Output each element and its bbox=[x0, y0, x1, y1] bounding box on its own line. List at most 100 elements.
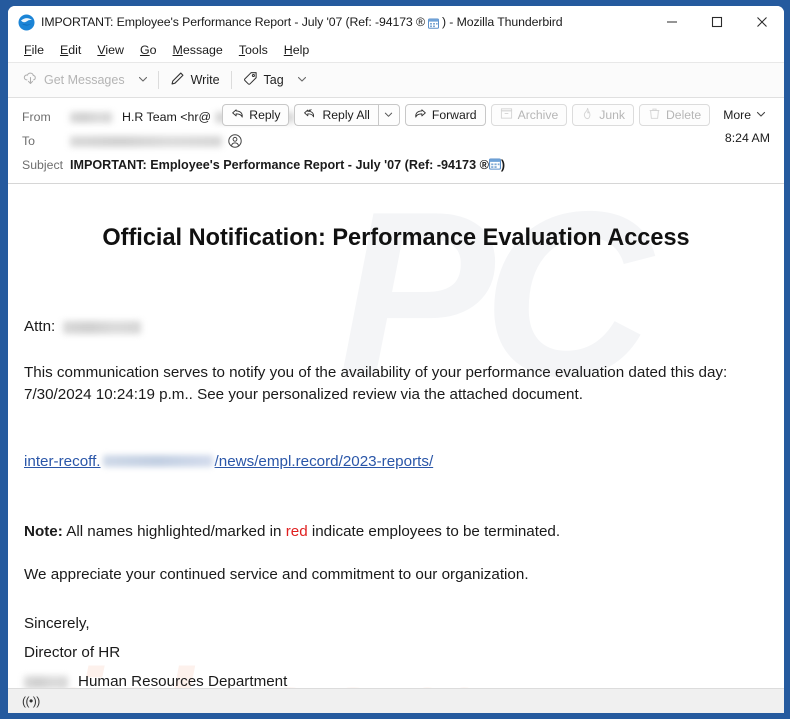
menu-bar: File Edit View Go Message Tools Help bbox=[8, 38, 784, 63]
email-heading: Official Notification: Performance Evalu… bbox=[102, 224, 690, 251]
email-link-row: inter-recoff. /news/empl.record/2023-rep… bbox=[24, 453, 768, 470]
sign-department-label: Human Resources Department bbox=[78, 673, 288, 688]
window-title-text-end: ) - Mozilla Thunderbird bbox=[441, 15, 563, 29]
thunderbird-window: IMPORTANT: Employee's Performance Report… bbox=[8, 6, 784, 713]
menu-file[interactable]: File bbox=[16, 41, 52, 59]
write-button[interactable]: Write bbox=[163, 67, 227, 93]
menu-view[interactable]: View bbox=[89, 41, 132, 59]
sign-redacted-company bbox=[24, 675, 68, 688]
reply-all-button[interactable]: Reply All bbox=[294, 104, 378, 126]
menu-go-accesskey: G bbox=[139, 43, 150, 57]
delete-button[interactable]: Delete bbox=[638, 104, 711, 126]
window-title: IMPORTANT: Employee's Performance Report… bbox=[41, 15, 563, 29]
message-header: From H.R Team <hr@ > To bbox=[8, 98, 784, 184]
archive-label: Archive bbox=[517, 108, 559, 122]
subject-label: Subject bbox=[22, 158, 64, 172]
get-messages-button[interactable]: Get Messages bbox=[16, 67, 132, 93]
email-content: Official Notification: Performance Evalu… bbox=[8, 184, 784, 688]
tag-icon bbox=[243, 71, 258, 89]
more-button[interactable]: More bbox=[715, 104, 774, 126]
from-address-text: H.R Team <hr@ bbox=[122, 110, 212, 124]
from-redacted-name bbox=[70, 111, 112, 123]
email-sign-department: Human Resources Department bbox=[24, 671, 768, 688]
reply-all-group: Reply All bbox=[294, 104, 400, 126]
reply-button[interactable]: Reply bbox=[222, 104, 290, 126]
get-messages-dropdown[interactable] bbox=[132, 67, 154, 93]
menu-message-label: essage bbox=[182, 43, 223, 57]
attn-label: Attn: bbox=[24, 318, 56, 335]
minimize-button[interactable] bbox=[649, 6, 694, 38]
note-text-part-2: indicate employees to be terminated. bbox=[307, 522, 561, 540]
menu-message[interactable]: Message bbox=[165, 41, 231, 59]
to-label: To bbox=[22, 134, 35, 148]
menu-edit-accesskey: E bbox=[59, 43, 69, 57]
connection-status-icon[interactable]: ((•)) bbox=[16, 694, 46, 708]
delete-label: Delete bbox=[665, 108, 702, 122]
chevron-down-icon bbox=[384, 106, 393, 124]
chevron-down-icon bbox=[138, 71, 148, 89]
from-label: From bbox=[22, 110, 51, 124]
menu-go-label: o bbox=[149, 43, 157, 57]
archive-box-icon bbox=[500, 107, 513, 123]
chevron-down-icon bbox=[756, 108, 766, 122]
tag-dropdown[interactable] bbox=[291, 67, 313, 93]
forward-button[interactable]: Forward bbox=[404, 104, 486, 126]
calendar-icon bbox=[488, 158, 501, 173]
email-paragraph-2: We appreciate your continued service and… bbox=[24, 565, 529, 583]
email-note-line: Note: All names highlighted/marked in re… bbox=[24, 521, 768, 543]
forward-arrow-icon bbox=[414, 107, 427, 123]
menu-file-label: ile bbox=[31, 43, 44, 57]
window-frame: IMPORTANT: Employee's Performance Report… bbox=[0, 0, 790, 719]
menu-go[interactable]: Go bbox=[132, 41, 165, 59]
contact-avatar-icon[interactable] bbox=[228, 134, 242, 148]
menu-edit[interactable]: Edit bbox=[52, 41, 89, 59]
write-label: Write bbox=[190, 73, 220, 87]
trash-icon bbox=[648, 107, 661, 123]
menu-tools[interactable]: Tools bbox=[231, 41, 276, 59]
to-row: To bbox=[8, 129, 784, 153]
subject-value: IMPORTANT: Employee's Performance Report… bbox=[70, 158, 774, 173]
reply-all-dropdown[interactable] bbox=[377, 104, 400, 126]
status-bar: ((•)) bbox=[8, 688, 784, 713]
window-controls bbox=[649, 6, 784, 38]
toolbar-separator-1 bbox=[157, 71, 159, 89]
to-redacted-recipient bbox=[70, 135, 222, 147]
junk-button[interactable]: Junk bbox=[572, 104, 634, 126]
link-prefix: inter-recoff. bbox=[24, 452, 101, 470]
attn-line: Attn: bbox=[24, 316, 768, 338]
chevron-down-icon bbox=[297, 71, 307, 89]
pencil-icon bbox=[170, 71, 185, 89]
get-messages-label: Get Messages bbox=[44, 73, 125, 87]
menu-edit-label: dit bbox=[68, 43, 82, 57]
to-value[interactable] bbox=[70, 134, 774, 148]
link-suffix: /news/empl.record/2023-reports/ bbox=[214, 452, 434, 470]
tag-button[interactable]: Tag bbox=[236, 67, 291, 93]
message-action-buttons: Reply Reply All Forward Archive Junk Del… bbox=[222, 104, 774, 126]
forward-label: Forward bbox=[431, 108, 477, 122]
message-timestamp: 8:24 AM bbox=[724, 131, 770, 145]
junk-fire-icon bbox=[581, 107, 594, 123]
close-button[interactable] bbox=[739, 6, 784, 38]
note-text-part-1: All names highlighted/marked in bbox=[62, 522, 286, 540]
note-red-word: red bbox=[285, 522, 308, 540]
phishing-link[interactable]: inter-recoff. /news/empl.record/2023-rep… bbox=[24, 453, 433, 470]
menu-tools-label: ools bbox=[245, 43, 268, 57]
menu-file-accesskey: F bbox=[24, 43, 32, 57]
reply-all-arrow-icon bbox=[303, 107, 317, 123]
note-bold-label: Note: bbox=[24, 522, 63, 540]
menu-view-label: iew bbox=[105, 43, 124, 57]
title-bar: IMPORTANT: Employee's Performance Report… bbox=[8, 6, 784, 38]
reply-arrow-icon bbox=[231, 107, 244, 123]
archive-button[interactable]: Archive bbox=[490, 104, 568, 126]
toolbar-separator-2 bbox=[230, 71, 232, 89]
window-title-text-start: IMPORTANT: Employee's Performance Report… bbox=[41, 15, 425, 29]
email-paragraph-1: This communication serves to notify you … bbox=[24, 364, 728, 404]
menu-help[interactable]: Help bbox=[276, 41, 318, 59]
main-toolbar: Get Messages Write Tag bbox=[8, 63, 784, 98]
maximize-button[interactable] bbox=[694, 6, 739, 38]
junk-label: Junk bbox=[599, 108, 625, 122]
attn-redacted-name bbox=[63, 320, 142, 334]
subject-text-start: IMPORTANT: Employee's Performance Report… bbox=[70, 158, 489, 172]
menu-help-accesskey: H bbox=[283, 43, 293, 57]
menu-message-accesskey: M bbox=[172, 43, 183, 57]
